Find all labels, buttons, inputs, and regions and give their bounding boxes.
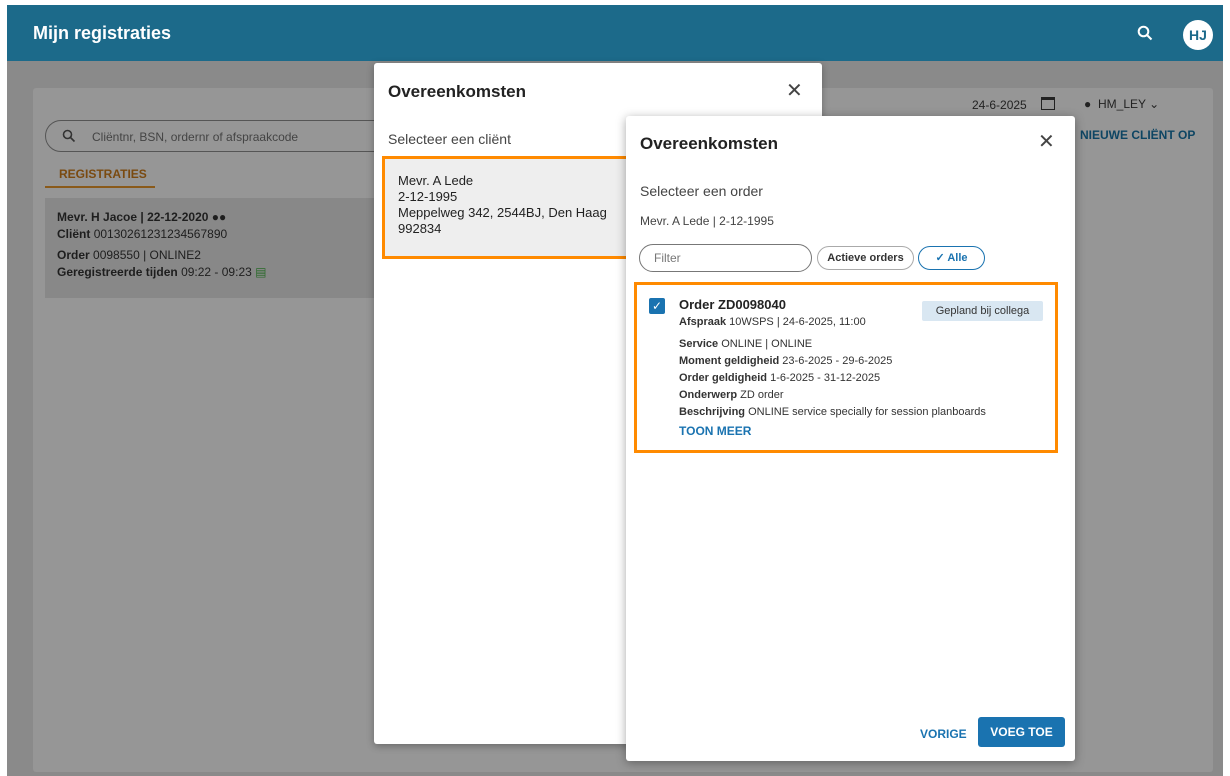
description-value: ONLINE service specially for session pla… xyxy=(748,406,986,418)
subject-label: Onderwerp xyxy=(679,389,738,401)
order-card[interactable]: ✓ Order ZD0098040 Gepland bij collega Af… xyxy=(634,282,1058,453)
moment-validity-label: Moment geldigheid xyxy=(679,355,780,367)
selected-client-line: Mevr. A Lede | 2-12-1995 xyxy=(640,214,774,228)
client-dob: 2-12-1995 xyxy=(398,189,458,204)
description-label: Beschrijving xyxy=(679,406,746,418)
order-checkbox[interactable]: ✓ xyxy=(649,298,665,314)
show-more-link[interactable]: TOON MEER xyxy=(679,424,751,438)
client-label: Cliënt xyxy=(57,227,91,241)
search-input[interactable]: Cliëntnr, BSN, ordernr of afspraakcode xyxy=(45,120,405,152)
document-check-icon: ▤ xyxy=(255,265,267,279)
registration-name: Mevr. H Jacoe | 22-12-2020 xyxy=(57,210,209,224)
times-label: Geregistreerde tijden xyxy=(57,265,178,279)
order-title: Order ZD0098040 xyxy=(679,297,786,312)
service-label: Service xyxy=(679,338,719,350)
search-icon[interactable] xyxy=(1137,25,1153,41)
moment-validity-value: 23-6-2025 - 29-6-2025 xyxy=(782,355,893,367)
client-address: Meppelweg 342, 2544BJ, Den Haag xyxy=(398,205,607,220)
order-validity-label: Order geldigheid xyxy=(679,372,768,384)
calendar-icon[interactable] xyxy=(1041,97,1055,110)
dialog-subtitle: Selecteer een order xyxy=(640,183,763,199)
times-value: 09:22 - 09:23 xyxy=(181,265,252,279)
location-value: HM_LEY xyxy=(1098,97,1146,111)
search-icon xyxy=(62,129,76,143)
client-value: 00130261231234567890 xyxy=(93,227,228,241)
appointment-label: Afspraak xyxy=(679,316,727,328)
dialog-title: Overeenkomsten xyxy=(640,134,778,153)
location-pin-icon: ● xyxy=(1084,97,1092,111)
order-validity-value: 1-6-2025 - 31-12-2025 xyxy=(770,372,881,384)
order-label: Order xyxy=(57,248,90,262)
tab-registraties[interactable]: REGISTRATIES xyxy=(59,167,147,181)
date-display: 24-6-2025 xyxy=(972,98,1027,112)
avatar[interactable]: HJ xyxy=(1183,20,1213,50)
add-button[interactable]: VOEG TOE xyxy=(978,717,1065,747)
close-icon[interactable]: ✕ xyxy=(786,81,803,101)
appointment-value: 10WSPS | 24-6-2025, 11:00 xyxy=(729,316,866,328)
order-value: 0098550 | ONLINE2 xyxy=(93,248,201,262)
chip-all[interactable]: ✓ Alle xyxy=(918,246,985,270)
check-icon: ✓ xyxy=(935,252,945,264)
dialog-title: Overeenkomsten xyxy=(388,82,526,101)
subject-value: ZD order xyxy=(740,389,784,401)
registration-card[interactable]: Mevr. H Jacoe | 22-12-2020 ●● Cliënt 001… xyxy=(45,198,375,298)
filter-input[interactable]: Filter xyxy=(639,244,812,272)
client-name: Mevr. A Lede xyxy=(398,173,474,188)
close-icon[interactable]: ✕ xyxy=(1038,132,1055,152)
dialog-subtitle: Selecteer een cliënt xyxy=(388,131,511,147)
chip-all-label: Alle xyxy=(947,252,968,264)
chevron-down-icon: ⌄ xyxy=(1149,97,1160,111)
previous-button[interactable]: VORIGE xyxy=(920,727,967,741)
status-badge: Gepland bij collega xyxy=(922,301,1043,321)
app-bar: Mijn registraties HJ xyxy=(7,5,1223,61)
new-client-button[interactable]: NIEUWE CLIËNT OP xyxy=(1080,128,1195,142)
location-select[interactable]: HM_LEY ⌄ xyxy=(1098,97,1159,111)
chip-active-orders[interactable]: Actieve orders xyxy=(817,246,914,270)
filter-placeholder: Filter xyxy=(654,251,681,265)
client-number: 992834 xyxy=(398,221,442,236)
service-value: ONLINE | ONLINE xyxy=(721,338,813,350)
group-icon: ●● xyxy=(211,210,227,224)
search-placeholder: Cliëntnr, BSN, ordernr of afspraakcode xyxy=(92,130,299,144)
order-dialog: Overeenkomsten ✕ Selecteer een order Mev… xyxy=(626,116,1075,761)
tab-indicator xyxy=(45,186,155,188)
page-title: Mijn registraties xyxy=(33,23,172,43)
